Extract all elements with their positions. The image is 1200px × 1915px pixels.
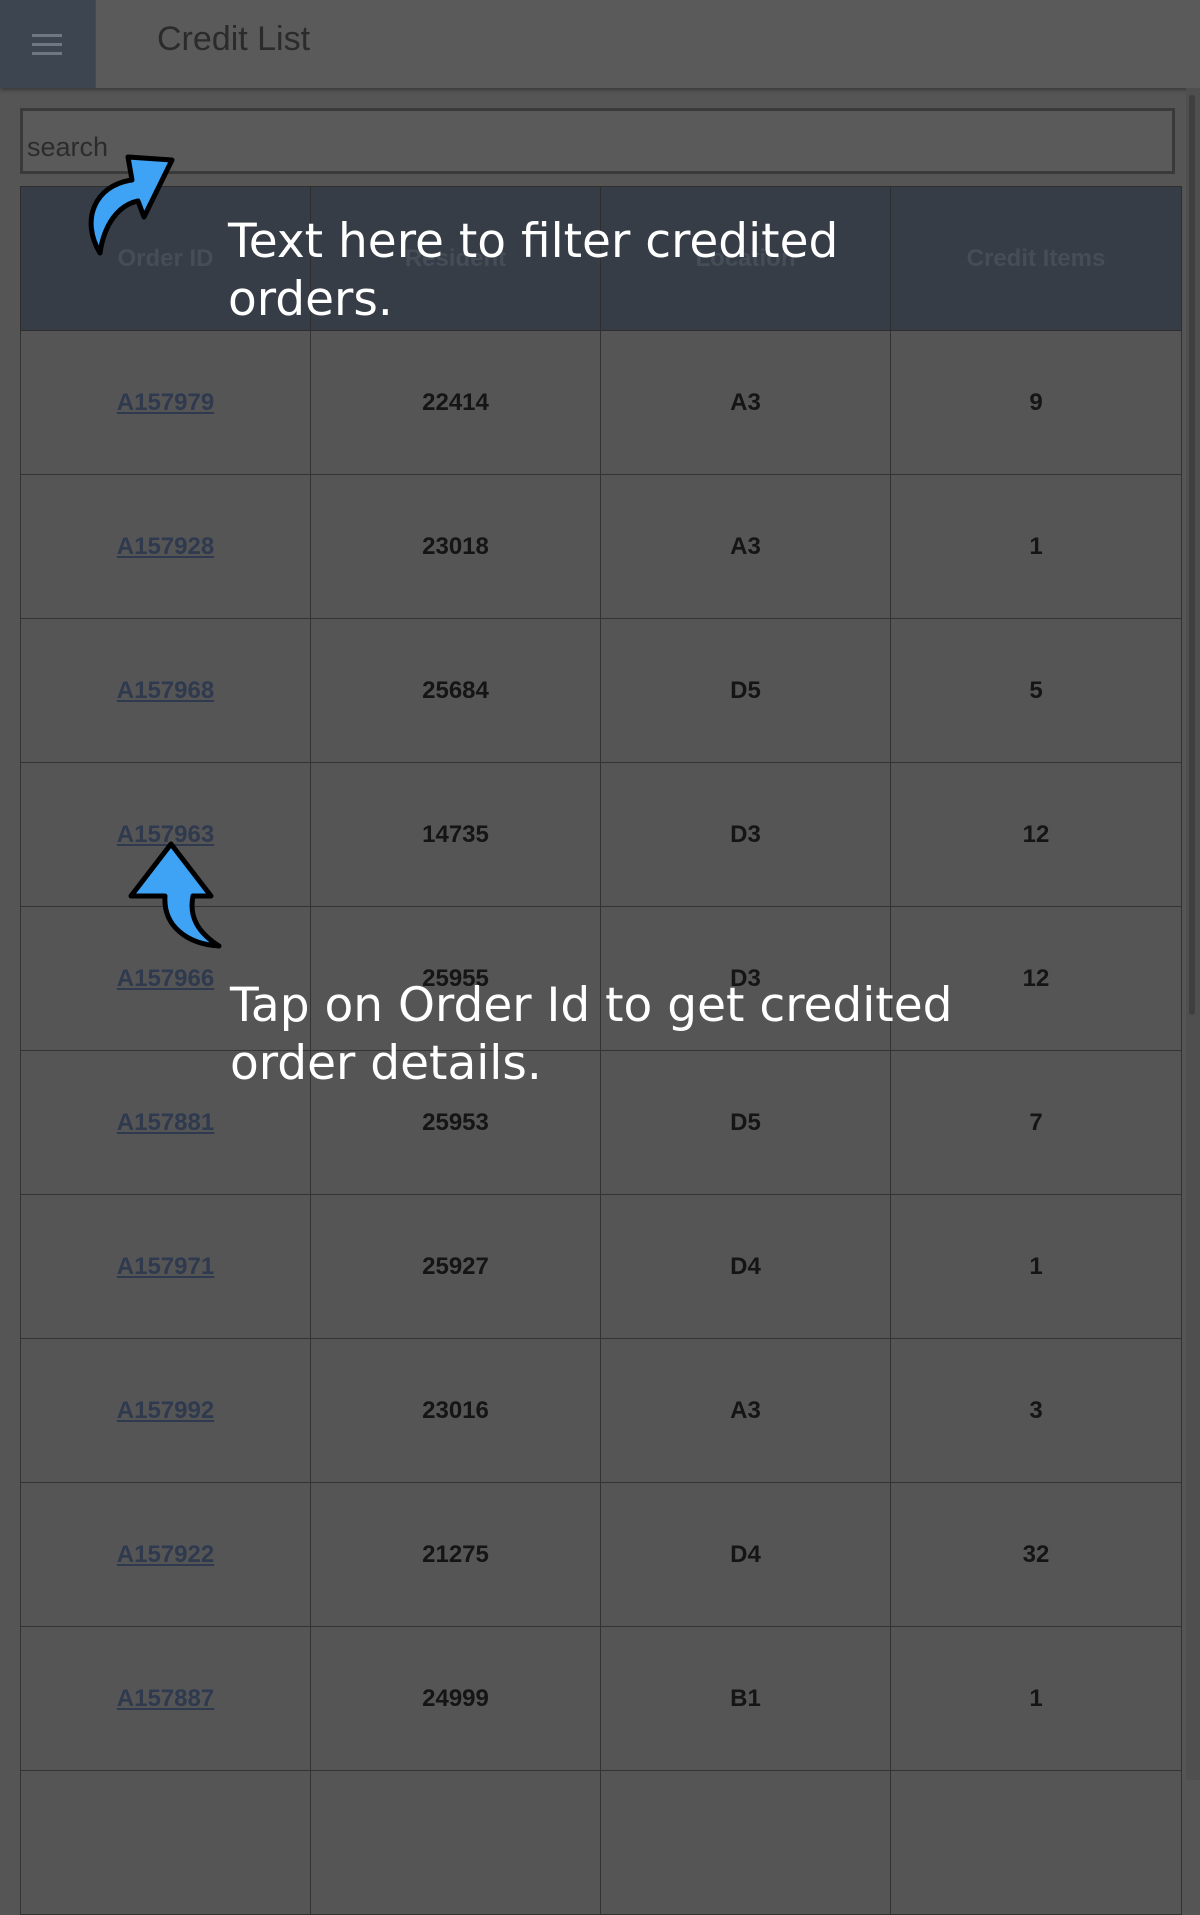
arrow-up-right-icon — [88, 154, 175, 256]
order-id-link[interactable]: A157971 — [117, 1253, 214, 1280]
location-cell: A3 — [600, 1338, 891, 1483]
search-tip-text: Text here to filter credited orders. — [228, 213, 838, 329]
order-id-cell: A157971 — [20, 1194, 311, 1339]
order-tip-line1: Tap on Order Id to get credited — [230, 978, 953, 1033]
location-cell: A3 — [600, 474, 891, 619]
credit-items-cell: 1 — [890, 474, 1182, 619]
table-row: A157979 22414 A3 9 — [20, 330, 1182, 475]
order-id-cell: A157992 — [20, 1338, 311, 1483]
location-cell: D3 — [600, 762, 891, 907]
scrollbar-thumb[interactable] — [1189, 95, 1195, 1015]
order-id-link[interactable]: A157881 — [117, 1109, 214, 1136]
order-id-cell: A157968 — [20, 618, 311, 763]
resident-cell: 23016 — [310, 1338, 601, 1483]
resident-cell — [310, 1770, 601, 1915]
order-id-cell: A157887 — [20, 1626, 311, 1771]
credit-items-cell: 1 — [890, 1194, 1182, 1339]
credit-items-cell: 12 — [890, 762, 1182, 907]
resident-cell: 23018 — [310, 474, 601, 619]
app-header: Credit List — [0, 0, 1200, 88]
order-id-link[interactable]: A157992 — [117, 1397, 214, 1424]
order-id-link[interactable]: A157928 — [117, 533, 214, 560]
credit-items-cell: 3 — [890, 1338, 1182, 1483]
search-tip-line1: Text here to filter credited — [228, 214, 839, 269]
location-cell: D4 — [600, 1194, 891, 1339]
location-cell — [600, 1770, 891, 1915]
resident-cell: 25927 — [310, 1194, 601, 1339]
credit-items-cell — [890, 1770, 1182, 1915]
table-row: A157922 21275 D4 32 — [20, 1482, 1182, 1627]
credit-items-cell: 1 — [890, 1626, 1182, 1771]
order-id-cell: A157922 — [20, 1482, 311, 1627]
order-id-link[interactable]: A157968 — [117, 677, 214, 704]
location-cell: A3 — [600, 330, 891, 475]
order-id-link[interactable]: A157887 — [117, 1685, 214, 1712]
credit-items-cell: 32 — [890, 1482, 1182, 1627]
location-cell: D5 — [600, 618, 891, 763]
arrow-up-icon — [128, 841, 222, 949]
search-input[interactable] — [20, 108, 1175, 174]
location-cell: D4 — [600, 1482, 891, 1627]
column-header-credit-items[interactable]: Credit Items — [890, 186, 1182, 331]
resident-cell: 22414 — [310, 330, 601, 475]
order-tip-text: Tap on Order Id to get credited order de… — [230, 977, 953, 1093]
order-id-link[interactable]: A157922 — [117, 1541, 214, 1568]
order-id-cell — [20, 1770, 311, 1915]
table-row: A157887 24999 B1 1 — [20, 1626, 1182, 1771]
table-row: A157928 23018 A3 1 — [20, 474, 1182, 619]
table-row: A157992 23016 A3 3 — [20, 1338, 1182, 1483]
resident-cell: 24999 — [310, 1626, 601, 1771]
order-tip-line2: order details. — [230, 1036, 542, 1091]
order-id-link[interactable]: A157979 — [117, 389, 214, 416]
location-cell: B1 — [600, 1626, 891, 1771]
page-title: Credit List — [157, 20, 311, 58]
table-row: A157971 25927 D4 1 — [20, 1194, 1182, 1339]
resident-cell: 21275 — [310, 1482, 601, 1627]
order-id-cell: A157928 — [20, 474, 311, 619]
order-id-link[interactable]: A157966 — [117, 965, 214, 992]
credit-items-cell: 5 — [890, 618, 1182, 763]
menu-button[interactable] — [0, 0, 96, 88]
search-tip-line2: orders. — [228, 272, 393, 327]
table-row — [20, 1770, 1182, 1915]
order-id-cell: A157979 — [20, 330, 311, 475]
resident-cell: 14735 — [310, 762, 601, 907]
resident-cell: 25684 — [310, 618, 601, 763]
credit-items-cell: 9 — [890, 330, 1182, 475]
table-row: A157968 25684 D5 5 — [20, 618, 1182, 763]
